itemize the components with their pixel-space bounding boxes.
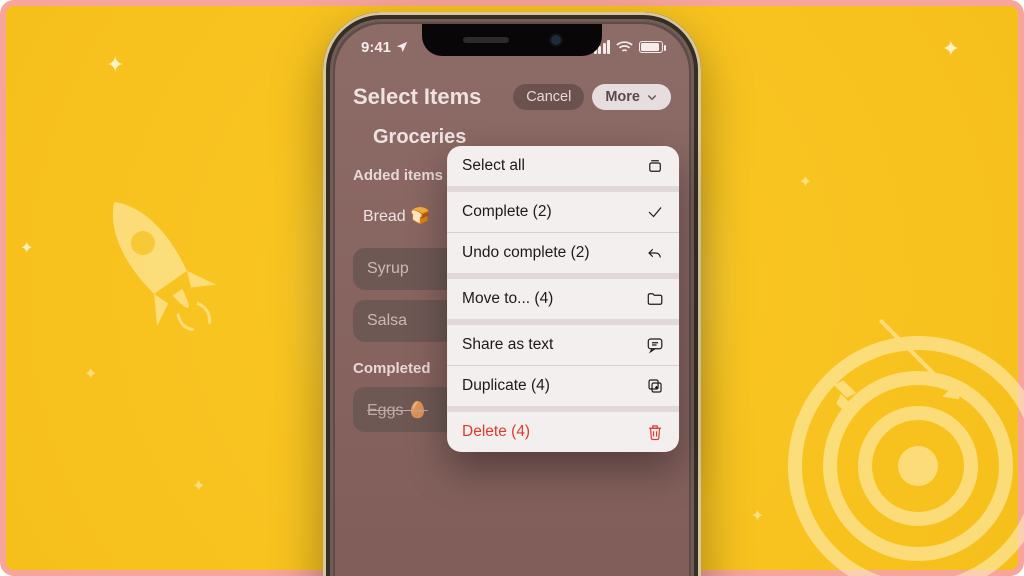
- menu-move-to[interactable]: Move to... (4): [447, 279, 679, 319]
- status-time: 9:41: [361, 39, 391, 56]
- phone-notch: [422, 24, 602, 56]
- menu-duplicate[interactable]: Duplicate (4): [447, 366, 679, 406]
- target-icon: [788, 336, 1024, 576]
- plus-icon: ✦: [751, 506, 764, 526]
- check-icon: [646, 203, 664, 221]
- menu-delete[interactable]: Delete (4): [447, 412, 679, 452]
- stack-icon: [646, 157, 664, 175]
- item-label: Bread 🍞: [363, 206, 430, 226]
- plus-icon: ✦: [192, 476, 205, 496]
- menu-label: Complete (2): [462, 203, 552, 221]
- plus-icon: ✦: [799, 172, 812, 192]
- chevron-down-icon: [646, 91, 658, 103]
- sparkle-icon: ✦: [942, 36, 960, 62]
- menu-label: Delete (4): [462, 423, 530, 441]
- menu-select-all[interactable]: Select all: [447, 146, 679, 186]
- more-menu: Select all Complete (2) Undo complete (2…: [447, 146, 679, 452]
- menu-label: Move to... (4): [462, 290, 553, 308]
- menu-share-text[interactable]: Share as text: [447, 325, 679, 365]
- item-label: Salsa: [367, 312, 407, 330]
- plus-icon: ✦: [84, 364, 97, 384]
- menu-complete[interactable]: Complete (2): [447, 192, 679, 232]
- undo-icon: [646, 244, 664, 262]
- location-icon: [395, 40, 409, 54]
- promo-stage: ✦ ✦ ✦ ✦ ✦ ✦ ✦ 9:41: [0, 0, 1024, 576]
- nav-row: Select Items Cancel More: [353, 84, 671, 110]
- battery-icon: [639, 41, 663, 53]
- rocket-icon: [68, 169, 250, 363]
- page-title: Select Items: [353, 84, 481, 110]
- menu-undo-complete[interactable]: Undo complete (2): [447, 233, 679, 273]
- menu-label: Undo complete (2): [462, 244, 590, 262]
- duplicate-icon: [646, 377, 664, 395]
- item-label: Syrup: [367, 260, 409, 278]
- more-button-label: More: [605, 89, 640, 105]
- item-label: Eggs 🥚: [367, 400, 428, 420]
- folder-icon: [646, 290, 664, 308]
- sparkle-icon: ✦: [20, 238, 33, 258]
- menu-label: Share as text: [462, 336, 553, 354]
- wifi-icon: [616, 41, 633, 54]
- trash-icon: [646, 423, 664, 441]
- sparkle-icon: ✦: [106, 52, 124, 78]
- message-icon: [646, 336, 664, 354]
- menu-label: Duplicate (4): [462, 377, 550, 395]
- menu-label: Select all: [462, 157, 525, 175]
- cancel-button[interactable]: Cancel: [513, 84, 584, 110]
- more-button[interactable]: More: [592, 84, 671, 110]
